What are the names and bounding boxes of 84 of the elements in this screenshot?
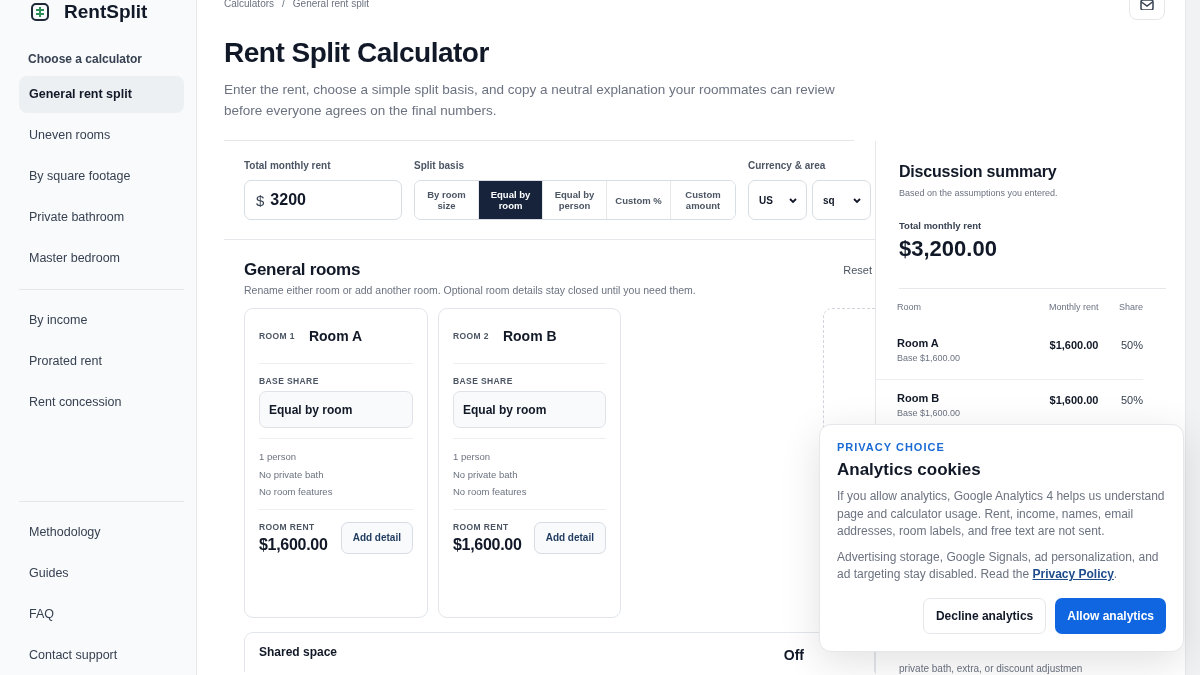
scrollbar[interactable] <box>1185 0 1200 675</box>
brand-name: RentSplit <box>64 0 148 24</box>
column-header: Monthly rent <box>1047 302 1099 312</box>
shared-space-title: Shared space <box>259 645 338 661</box>
logo-icon <box>30 2 50 22</box>
field-label: BASE SHARE <box>453 376 514 386</box>
chevron-down-icon <box>788 196 798 204</box>
room-number: ROOM 2 <box>453 331 489 341</box>
chevron-down-icon <box>852 196 862 204</box>
sidebar-item[interactable]: By square footage <box>19 158 184 195</box>
rent-input-field[interactable]: $ 3200 <box>244 180 402 220</box>
section-title: General rooms <box>244 260 362 280</box>
reset-button[interactable]: Reset <box>840 264 875 276</box>
breadcrumb-item: General rent split <box>292 0 369 11</box>
room-rent-amount: $1,600.00 <box>453 535 522 554</box>
sidebar-item[interactable]: Prorated rent <box>19 343 184 380</box>
room-detail: No room features <box>259 485 334 499</box>
page-title: Rent Split Calculator <box>224 37 490 69</box>
breadcrumb-separator: / <box>282 0 285 11</box>
field-label: ROOM RENT <box>259 521 316 532</box>
breadcrumb-item[interactable]: Calculators <box>224 0 275 20</box>
split-option[interactable]: Equal by room <box>479 181 543 219</box>
dropdown[interactable]: sq <box>812 180 871 220</box>
base-amount: Base $1,600.00 <box>897 353 962 363</box>
table-cell-text: 50% <box>1119 394 1143 406</box>
room-name: Room A <box>897 337 940 349</box>
rent-value: 3200 <box>270 191 306 209</box>
field-label: Total monthly rent <box>244 160 332 171</box>
section-description: Rename either room or add another room. Optional room details stay closed until you need them. <box>244 284 696 296</box>
table-cell-text: $1,600.00 <box>1048 394 1099 406</box>
room-name-field[interactable]: Room A <box>308 328 363 344</box>
dialog-text: Advertising storage, Google Signals, ad personalization, and ad targeting stay disabled. Read the Privacy Policy. <box>837 548 1160 583</box>
dialog-eyebrow: PRIVACY CHOICE <box>837 441 946 453</box>
room-detail: 1 person <box>259 450 297 464</box>
sidebar-item[interactable]: Uneven rooms <box>19 117 184 154</box>
page-description: Enter the rent, choose a simple split basis, and copy a neutral explanation your roommates can review before everyone agrees on the final numbers. <box>224 79 854 141</box>
room-rent-amount: $1,600.00 <box>259 535 328 554</box>
dropdown-value: US <box>759 194 773 206</box>
dialog-text: If you allow analytics, Google Analytics 4 helps us understand page and calculator usage. Rent, income, names, email addresses, room labels, and free text are not sent. <box>837 488 1166 540</box>
total-amount: $3,200.00 <box>899 236 1166 289</box>
sidebar-item[interactable]: Private bathroom <box>19 199 184 236</box>
currency-prefix: $ <box>256 191 265 209</box>
split-option[interactable]: By room size <box>415 181 479 219</box>
column-header: Room <box>897 302 922 312</box>
field-label: Split basis <box>414 160 465 171</box>
room-detail: No room features <box>453 485 528 499</box>
room-detail: No private bath <box>453 467 519 482</box>
privacy-policy-link[interactable]: Privacy Policy <box>1032 567 1114 581</box>
dropdown-value: sq <box>823 194 835 206</box>
allow-button[interactable]: Allow analytics <box>1055 597 1166 634</box>
decline-button[interactable]: Decline analytics <box>922 597 1047 634</box>
base-amount: Base $1,600.00 <box>897 408 962 418</box>
summary-description: Based on the assumptions you entered. <box>899 188 1059 198</box>
sidebar-item[interactable]: By income <box>19 302 184 339</box>
toggle-state: Off <box>783 647 804 663</box>
sidebar-item[interactable]: Methodology <box>19 514 184 551</box>
sidebar-item[interactable]: Rent concession <box>19 384 184 421</box>
summary-note: private bath, extra, or discount adjustmen <box>899 663 1084 674</box>
table-cell-text: $1,600.00 <box>1048 339 1099 351</box>
room-name: Room B <box>897 392 941 404</box>
field-label: ROOM RENT <box>453 521 510 532</box>
add-detail-button[interactable]: Add detail <box>533 521 606 554</box>
sidebar-item[interactable]: Master bedroom <box>19 240 184 277</box>
dialog-title: Analytics cookies <box>837 460 982 480</box>
sidebar-item[interactable]: FAQ <box>19 596 184 633</box>
base-share-dropdown[interactable]: Equal by room <box>259 391 413 428</box>
room-name-field[interactable]: Room B <box>502 328 557 344</box>
total-label: Total monthly rent <box>899 220 983 231</box>
base-share-dropdown[interactable]: Equal by room <box>453 391 606 428</box>
room-detail: 1 person <box>453 450 491 464</box>
field-label: Currency & area <box>748 160 827 171</box>
field-label: BASE SHARE <box>259 376 320 386</box>
mail-icon <box>1140 0 1154 10</box>
summary-title: Discussion summary <box>899 163 1058 181</box>
table-cell-text: 50% <box>1119 339 1143 351</box>
sidebar-item[interactable]: Contact support <box>19 637 184 674</box>
add-detail-button[interactable]: Add detail <box>340 521 413 554</box>
sidebar-heading: Choose a calculator <box>27 52 144 66</box>
column-header: Share <box>1117 302 1143 312</box>
room-number: ROOM 1 <box>259 331 295 341</box>
sidebar-item[interactable]: Guides <box>19 555 184 592</box>
room-detail: No private bath <box>259 467 325 482</box>
dropdown[interactable]: US <box>748 180 807 220</box>
sidebar-item[interactable]: General rent split <box>19 76 184 113</box>
